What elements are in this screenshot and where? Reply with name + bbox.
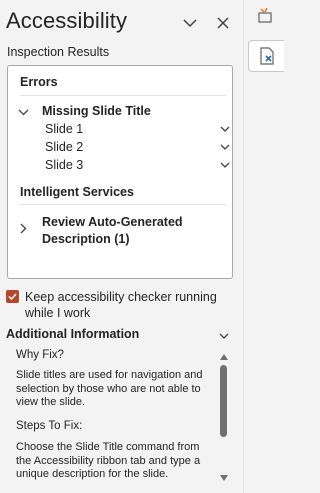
- inspection-results-label: Inspection Results: [7, 45, 110, 59]
- chevron-down-icon: [219, 159, 231, 171]
- keep-running-checkbox-row[interactable]: Keep accessibility checker running while…: [6, 289, 230, 321]
- chevron-down-icon: [219, 333, 229, 339]
- scroll-down-button[interactable]: [219, 473, 229, 483]
- scroll-thumb[interactable]: [220, 365, 227, 437]
- divider: [20, 204, 226, 205]
- missing-slide-title-label: Missing Slide Title: [42, 104, 151, 118]
- slide-item-3[interactable]: Slide 3: [45, 156, 231, 174]
- pane-title: Accessibility: [6, 8, 128, 33]
- keep-running-checkbox[interactable]: [6, 290, 19, 303]
- chevron-right-icon: [16, 221, 30, 235]
- chevron-down-icon: [16, 105, 30, 119]
- slide-item-label: Slide 2: [45, 140, 84, 154]
- accessibility-checker-icon: [259, 47, 274, 65]
- chevron-down-icon: [219, 123, 231, 135]
- rail-accessibility-button[interactable]: [248, 40, 284, 72]
- side-rail: [243, 0, 284, 493]
- slide-item-label: Slide 3: [45, 158, 84, 172]
- why-fix-text: Slide titles are used for navigation and…: [16, 369, 203, 408]
- missing-slide-title-group[interactable]: Missing Slide Title: [16, 103, 151, 120]
- slide-item-1[interactable]: Slide 1: [45, 120, 231, 138]
- accessibility-pane: Accessibility Inspection Results Errors …: [0, 0, 243, 493]
- keep-running-label: Keep accessibility checker running while…: [25, 290, 217, 320]
- steps-to-fix-heading: Steps To Fix:: [16, 420, 83, 432]
- triangle-down-icon: [220, 475, 228, 481]
- errors-heading: Errors: [20, 75, 58, 89]
- triangle-up-icon: [220, 354, 228, 360]
- additional-information-heading: Additional Information: [6, 327, 140, 341]
- close-pane-button[interactable]: [214, 14, 232, 32]
- divider: [20, 95, 226, 96]
- info-scrollbar[interactable]: [218, 350, 230, 485]
- close-icon: [217, 17, 229, 29]
- format-painter-icon: [258, 7, 272, 23]
- rail-format-button[interactable]: [254, 5, 276, 27]
- chevron-down-icon: [183, 18, 197, 27]
- why-fix-heading: Why Fix?: [16, 349, 64, 361]
- slide-item-label: Slide 1: [45, 122, 84, 136]
- additional-information-toggle[interactable]: [218, 330, 230, 342]
- pane-options-button[interactable]: [181, 14, 199, 32]
- review-auto-generated-label: Review Auto-Generated Description (1): [42, 215, 183, 246]
- scroll-up-button[interactable]: [219, 352, 229, 362]
- intelligent-services-heading: Intelligent Services: [20, 185, 134, 199]
- chevron-down-icon: [219, 141, 231, 153]
- review-auto-generated-group[interactable]: Review Auto-Generated Description (1): [16, 214, 183, 248]
- inspection-results-panel: Errors Missing Slide Title Slide 1 Slide…: [7, 65, 233, 279]
- checkmark-icon: [8, 293, 17, 300]
- slide-item-2[interactable]: Slide 2: [45, 138, 231, 156]
- steps-to-fix-text: Choose the Slide Title command from the …: [16, 441, 201, 480]
